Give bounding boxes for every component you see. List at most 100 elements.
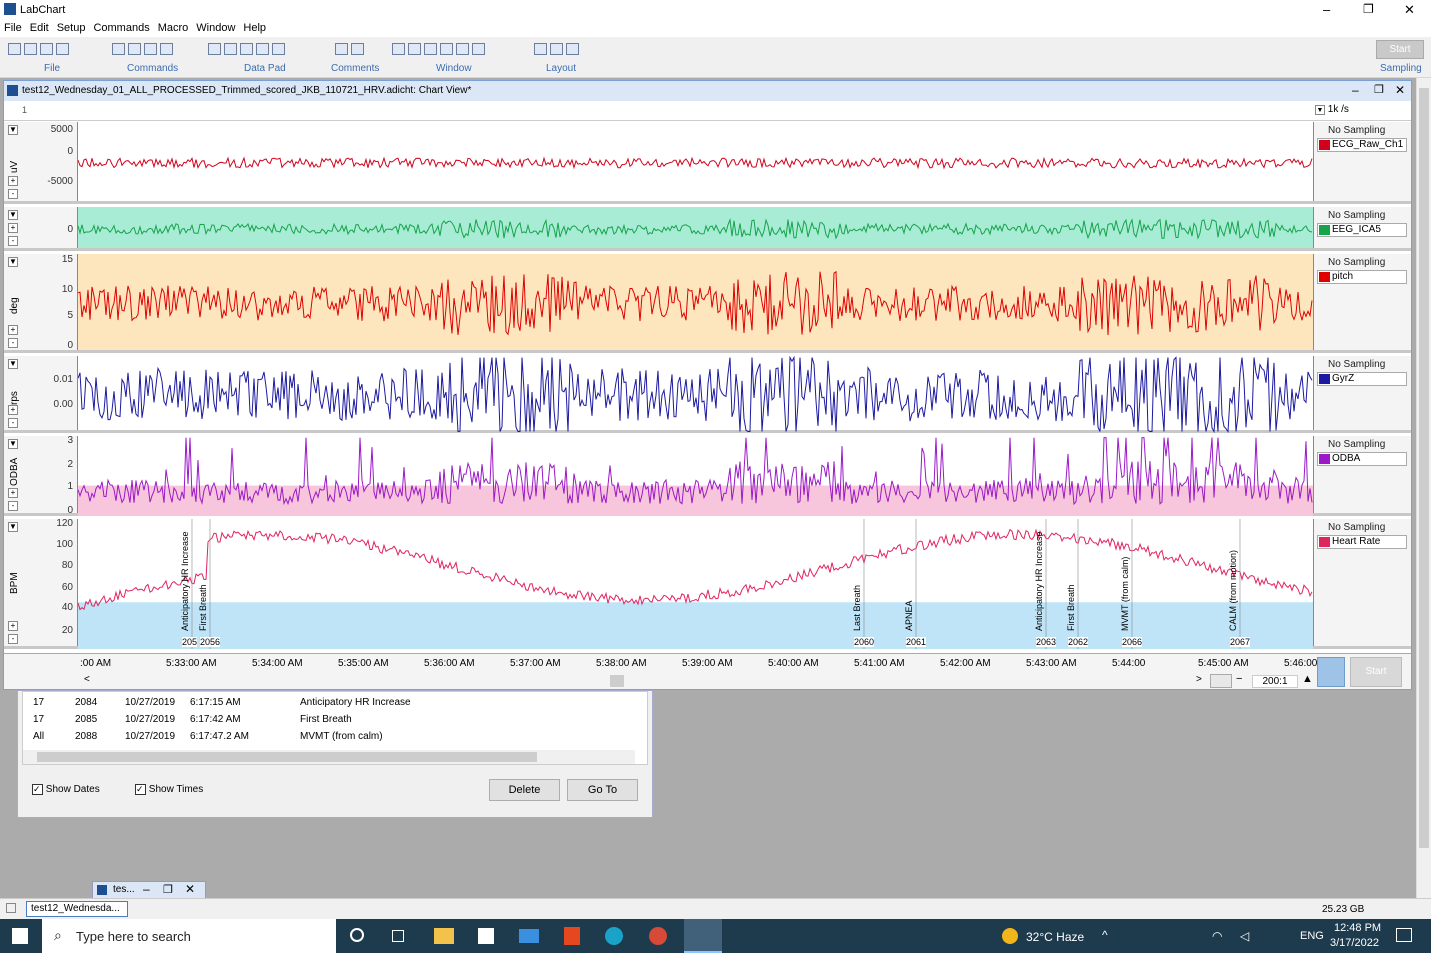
rate-selector[interactable]: ▼ 1k /s [1315, 104, 1409, 118]
datapad-icon[interactable] [208, 43, 221, 55]
chart-horizontal-scrollbar[interactable]: < > − 200:1 ▲ [4, 673, 1411, 689]
add-datapad-icon[interactable] [224, 43, 238, 55]
comment-marker-number[interactable]: 2061 [906, 637, 927, 647]
chevron-down-icon[interactable]: ▼ [8, 125, 18, 135]
zoom-in-icon[interactable]: ▲ [1302, 673, 1313, 685]
sampling-status[interactable]: No Sampling [1328, 257, 1411, 268]
start-button[interactable]: Start [1376, 40, 1424, 59]
edge-icon[interactable] [605, 927, 623, 945]
menu-window[interactable]: Window [196, 22, 235, 34]
add-comment-icon[interactable] [351, 43, 365, 55]
menu-file[interactable]: File [4, 22, 22, 34]
scale-down-icon[interactable]: - [8, 236, 18, 246]
scale-up-icon[interactable]: + [8, 223, 18, 233]
channel-name-selector[interactable]: ECG_Raw_Ch1 [1317, 138, 1407, 152]
zoom-ratio[interactable]: 200:1 [1252, 675, 1298, 688]
graph-icon[interactable] [272, 43, 286, 55]
comment-marker-number[interactable]: 2067 [1230, 637, 1251, 647]
comment-icon[interactable] [335, 43, 348, 55]
comment-row[interactable]: 17 2085 10/27/2019 6:17:42 AM First Breath [33, 712, 653, 728]
mdi-vertical-scrollbar[interactable] [1416, 78, 1431, 898]
zoom-fit-icon[interactable] [1210, 674, 1232, 688]
comment-marker-label[interactable]: Anticipatory HR Increase [1034, 531, 1044, 631]
chart-options-icon[interactable] [1317, 657, 1345, 687]
comment-marker-label[interactable]: First Breath [1066, 584, 1076, 631]
comment-marker-number[interactable]: 205 [182, 637, 198, 647]
marker-icon[interactable] [144, 43, 158, 55]
scale-down-icon[interactable]: - [8, 189, 18, 199]
sampling-status[interactable]: No Sampling [1328, 359, 1411, 370]
goto-button[interactable]: Go To [567, 779, 638, 801]
scale-down-icon[interactable]: - [8, 338, 18, 348]
spectrum-icon[interactable] [456, 43, 470, 55]
chart-start-button[interactable]: Start [1350, 657, 1402, 687]
show-dates-checkbox[interactable]: ✓ Show Dates [32, 784, 100, 795]
chevron-down-icon[interactable]: ▼ [8, 359, 18, 369]
scale-down-icon[interactable]: - [8, 501, 18, 511]
new-file-icon[interactable] [8, 43, 21, 55]
channel-axis[interactable]: ▼ + - BPM 120 100 80 60 40 20 [4, 518, 78, 646]
tile-icon[interactable] [534, 43, 547, 55]
labchart-taskbar-icon[interactable] [684, 919, 722, 953]
scale-down-icon[interactable]: - [8, 418, 18, 428]
weather-text[interactable]: 32°C Haze [1026, 930, 1084, 944]
sampling-status[interactable]: No Sampling [1328, 210, 1411, 221]
notebook-icon[interactable] [472, 43, 486, 55]
scroll-left-icon[interactable]: < [84, 674, 90, 685]
chart-minimize-button[interactable]: – [1352, 83, 1359, 97]
comment-marker-number[interactable]: 2063 [1036, 637, 1057, 647]
list-scroll-thumb[interactable] [37, 752, 537, 762]
chart-restore-button[interactable]: ❐ [1374, 83, 1384, 96]
scale-up-icon[interactable]: + [8, 325, 18, 335]
comment-marker-number[interactable]: 2060 [854, 637, 875, 647]
scroll-right-icon[interactable]: > [1196, 674, 1202, 685]
chevron-down-icon[interactable]: ▼ [8, 210, 18, 220]
sampling-status[interactable]: No Sampling [1328, 522, 1411, 533]
channel-name-selector[interactable]: pitch [1317, 270, 1407, 284]
office-icon[interactable] [564, 927, 580, 945]
channel-axis[interactable]: ▼ + - 0 [4, 207, 78, 248]
comment-marker-number[interactable]: 2056 [200, 637, 221, 647]
channel-name-selector[interactable]: ODBA [1317, 452, 1407, 466]
taskbar-search[interactable]: ⌕ Type here to search [42, 919, 336, 953]
channel-plot[interactable] [78, 254, 1313, 350]
delete-button[interactable]: Delete [489, 779, 560, 801]
chrome-icon[interactable] [649, 927, 667, 945]
scroll-thumb[interactable] [1419, 88, 1429, 848]
mini-restore-icon[interactable]: ❐ [163, 883, 173, 896]
channel-axis[interactable]: ▼ + - ODBA 3 2 1 0 [4, 435, 78, 516]
scale-down-icon[interactable]: - [8, 634, 18, 644]
sampling-status[interactable]: No Sampling [1328, 125, 1411, 136]
comment-row[interactable]: 17 2084 10/27/2019 6:17:15 AM Anticipatory H… [33, 695, 653, 711]
find-next-icon[interactable] [128, 43, 142, 55]
zoom-icon[interactable] [424, 43, 438, 55]
layout-icon[interactable] [566, 43, 580, 55]
comment-marker-label[interactable]: Last Breath [852, 585, 862, 631]
menu-commands[interactable]: Commands [93, 22, 149, 34]
arrange-icon[interactable] [550, 43, 564, 55]
notification-icon[interactable] [1396, 928, 1412, 942]
menu-macro[interactable]: Macro [158, 22, 189, 34]
file-explorer-icon[interactable] [434, 928, 454, 944]
scale-up-icon[interactable]: + [8, 488, 18, 498]
channel-name-selector[interactable]: EEG_ICA5 [1317, 223, 1407, 237]
mail-icon[interactable] [519, 929, 539, 943]
volume-icon[interactable]: ◁ [1240, 929, 1249, 943]
comment-row[interactable]: All 2088 10/27/2019 6:17:47.2 AM MVMT (from … [33, 729, 653, 745]
cortana-icon[interactable] [350, 928, 364, 942]
chevron-down-icon[interactable]: ▼ [8, 439, 18, 449]
scope-icon[interactable] [408, 43, 422, 55]
mini-minimize-icon[interactable]: – [143, 882, 150, 896]
scale-up-icon[interactable]: + [8, 621, 18, 631]
channel-plot[interactable] [78, 207, 1313, 248]
show-times-checkbox[interactable]: ✓ Show Times [135, 784, 203, 795]
sampling-status[interactable]: No Sampling [1328, 439, 1411, 450]
clock-time[interactable]: 12:48 PM [1334, 922, 1381, 934]
comment-marker-number[interactable]: 2066 [1122, 637, 1143, 647]
menu-setup[interactable]: Setup [57, 22, 86, 34]
scale-up-icon[interactable]: + [8, 176, 18, 186]
chart-close-button[interactable]: ✕ [1395, 83, 1405, 97]
mdi-task-tab[interactable]: test12_Wednesda... [26, 901, 128, 917]
comment-marker-number[interactable]: 2062 [1068, 637, 1089, 647]
restore-button[interactable]: ❐ [1363, 2, 1374, 16]
